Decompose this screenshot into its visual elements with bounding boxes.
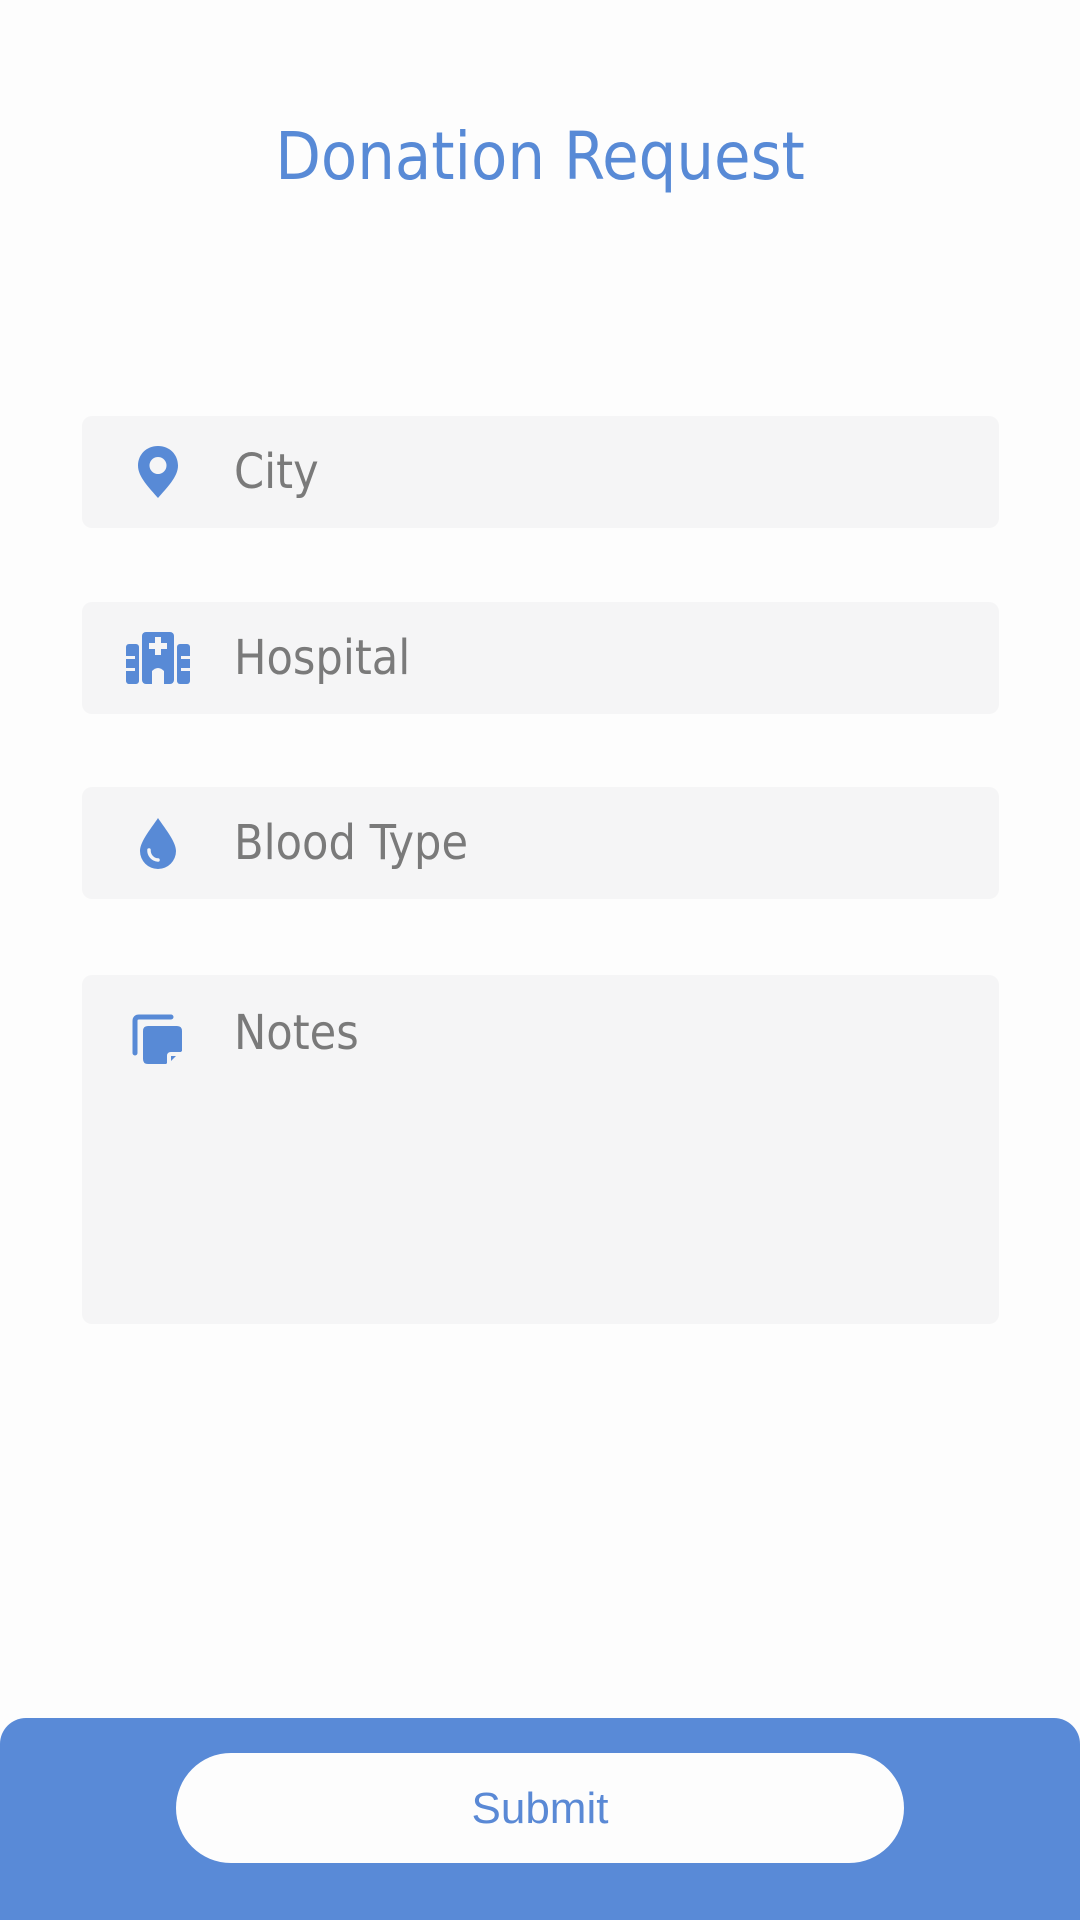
notes-placeholder: Notes (234, 1005, 359, 1061)
city-placeholder: City (234, 444, 319, 500)
hospital-icon (118, 623, 198, 693)
blood-drop-icon (118, 808, 198, 878)
footer-bar: Submit (0, 1718, 1080, 1920)
notes-icon (118, 1005, 198, 1075)
location-pin-icon (118, 437, 198, 507)
page-title: Donation Request (275, 118, 805, 195)
hospital-field[interactable]: Hospital (82, 602, 999, 714)
blood-type-field[interactable]: Blood Type (82, 787, 999, 899)
notes-field[interactable]: Notes (82, 975, 999, 1324)
blood-type-placeholder: Blood Type (234, 815, 469, 871)
submit-button[interactable]: Submit (176, 1753, 904, 1863)
hospital-placeholder: Hospital (234, 630, 411, 686)
city-field[interactable]: City (82, 416, 999, 528)
